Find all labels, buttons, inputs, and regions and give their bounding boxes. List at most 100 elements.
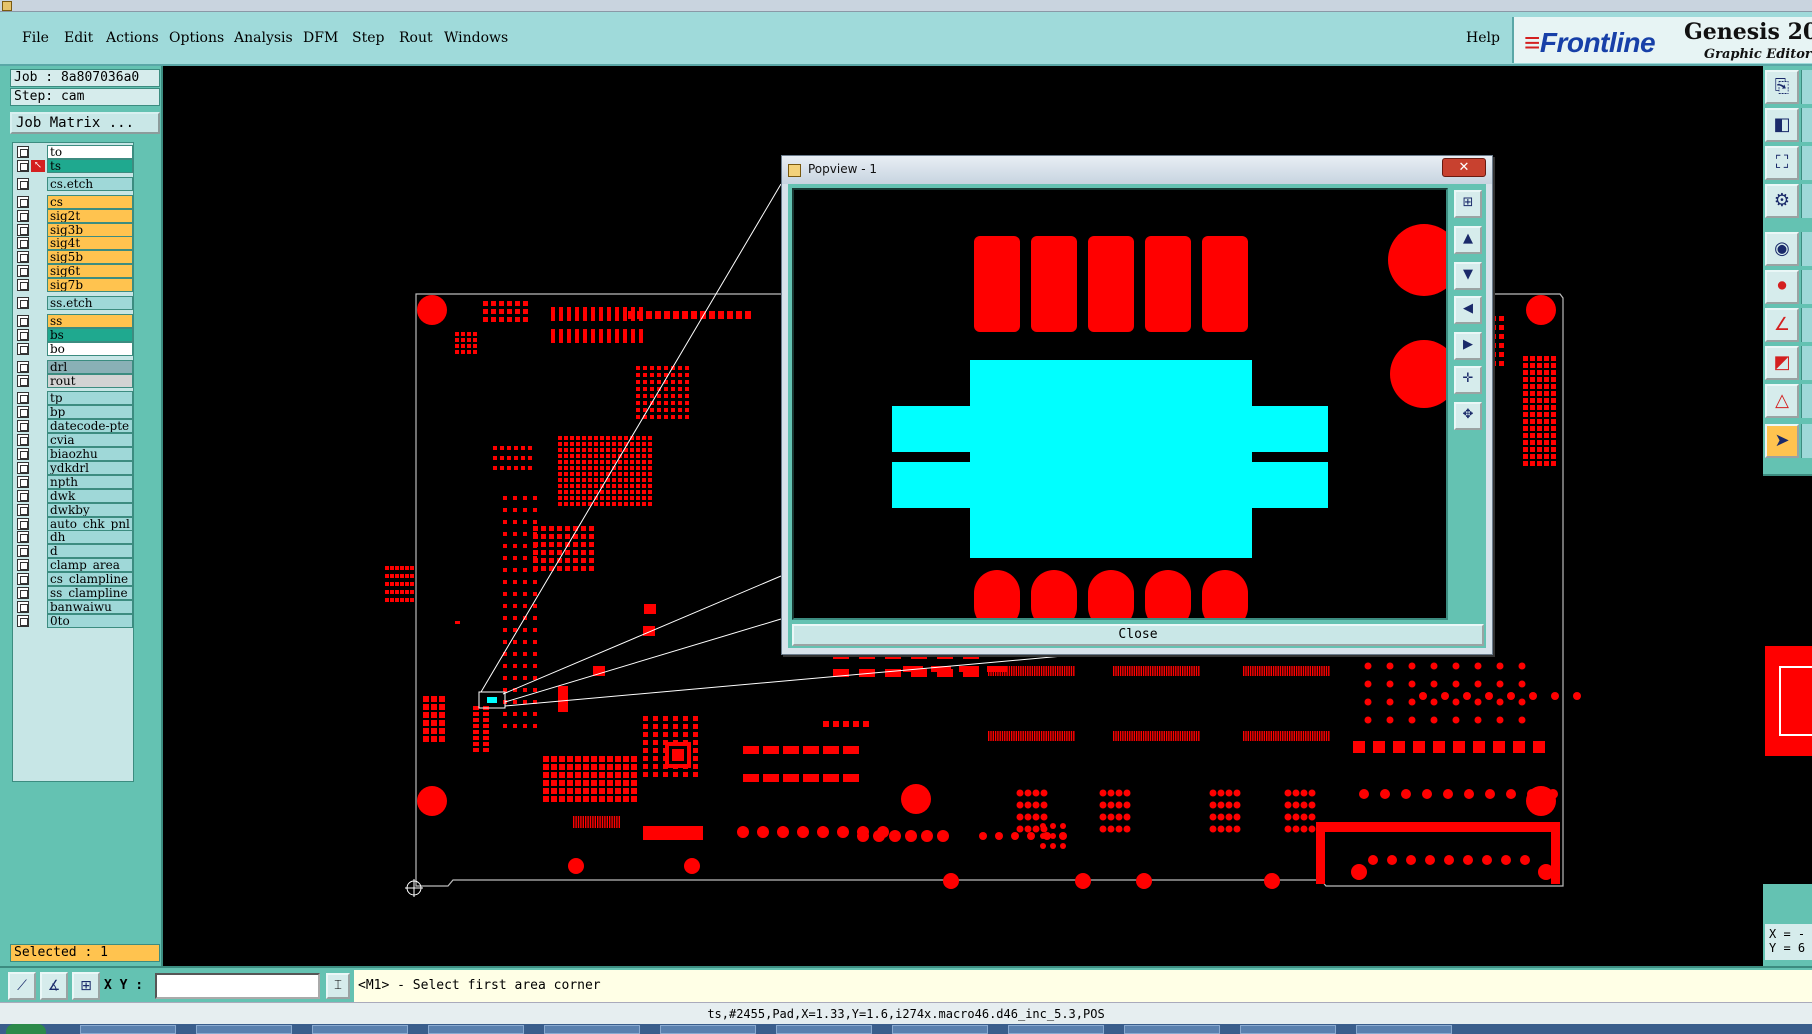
layer-checkbox[interactable] [17,374,29,387]
taskbar-item[interactable] [776,1025,872,1034]
menu-dfm[interactable]: DFM [303,30,338,46]
layer-name[interactable]: banwaiwu [47,599,133,614]
layer-name[interactable]: tp [47,391,133,406]
layer-row[interactable]: sig7b [13,278,133,293]
layer-row[interactable]: ss.etch [13,296,133,310]
layer-name[interactable]: auto_chk_pnl [47,516,133,531]
grid-icon[interactable]: ⊞ [72,972,100,1000]
taskbar-item[interactable] [1124,1025,1220,1034]
layer-checkbox[interactable] [17,360,29,373]
tool-fit-icon[interactable]: ⛶ [1765,146,1799,180]
layer-row[interactable]: cs_clampline [13,572,133,587]
popview-titlebar[interactable]: Popview - 1 ✕ [782,156,1492,184]
menu-actions[interactable]: Actions [106,30,159,46]
menu-file[interactable]: File [22,30,49,46]
layer-row[interactable]: dh [13,530,133,545]
layer-row[interactable]: sig3b [13,222,133,237]
popview-zoom-in-icon[interactable]: ✛ [1454,366,1482,394]
layer-name[interactable]: biaozhu [47,447,133,461]
layer-name[interactable]: ss_clampline [47,586,133,600]
layer-row[interactable]: banwaiwu [13,599,133,614]
layer-row[interactable]: dwkby [13,502,133,517]
popview-zoom-view[interactable] [792,188,1448,620]
menu-options[interactable]: Options [169,30,224,46]
layer-name[interactable]: dh [47,530,133,545]
taskbar-item[interactable] [80,1025,176,1034]
popview-pan-right-icon[interactable]: ▶ [1454,332,1482,360]
layer-row[interactable]: cs [13,194,133,209]
taskbar-item[interactable] [1240,1025,1336,1034]
layer-checkbox[interactable] [17,461,29,474]
layer-row[interactable]: dwk [13,488,133,503]
layer-checkbox[interactable] [17,475,29,488]
layer-name[interactable]: dwk [47,488,133,503]
popview-pan-up-icon[interactable]: ▲ [1454,226,1482,254]
taskbar-item[interactable] [544,1025,640,1034]
layer-name[interactable]: bo [47,341,133,356]
tool-measure-icon[interactable]: ⚙ [1765,184,1799,218]
menu-rout[interactable]: Rout [399,30,433,46]
layer-checkbox[interactable] [17,406,29,419]
xy-input[interactable] [155,973,320,999]
menu-analysis[interactable]: Analysis [234,30,293,46]
menu-windows[interactable]: Windows [444,30,508,46]
layer-name[interactable]: dwkby [47,502,133,517]
layer-row[interactable]: to [13,145,133,159]
menu-edit[interactable]: Edit [64,30,93,46]
taskbar-item[interactable] [428,1025,524,1034]
layer-row[interactable]: ss_clampline [13,586,133,600]
layer-row[interactable]: sig4t [13,236,133,251]
layer-checkbox[interactable] [17,297,29,309]
layer-name[interactable]: sig2t [47,208,133,223]
layer-row[interactable]: auto_chk_pnl [13,516,133,531]
layer-name[interactable]: sig3b [47,222,133,237]
tool-add-pad-icon[interactable]: ◉ [1765,232,1799,266]
layer-row[interactable]: clamp_area [13,558,133,573]
layer-row[interactable]: d [13,544,133,559]
layer-checkbox[interactable] [17,209,29,222]
tool-polygon-icon[interactable]: △ [1765,384,1799,418]
overview-map[interactable] [1763,474,1812,884]
layer-checkbox[interactable] [17,251,29,264]
layer-row[interactable]: sig6t [13,264,133,279]
layer-name[interactable]: drl [47,359,133,374]
start-button[interactable] [6,1024,46,1034]
job-matrix-button[interactable]: Job Matrix ... [10,112,160,134]
layer-row[interactable]: drl [13,359,133,374]
layer-row[interactable]: rout [13,373,133,388]
layer-checkbox[interactable] [17,223,29,236]
layer-name[interactable]: to [47,145,133,159]
layer-checkbox[interactable] [17,392,29,405]
layer-checkbox[interactable] [17,328,29,341]
layer-row[interactable]: ss [13,313,133,328]
layer-checkbox[interactable] [17,177,29,190]
layer-name[interactable]: cs_clampline [47,572,133,587]
tool-line-icon[interactable]: ∠ [1765,308,1799,342]
layer-name[interactable]: npth [47,474,133,489]
layer-name[interactable]: ydkdrl [47,460,133,475]
layer-checkbox[interactable] [17,489,29,502]
layer-row[interactable]: tp [13,391,133,406]
tool-connect-icon[interactable]: ⚫ [1765,270,1799,304]
layer-name[interactable]: sig5b [47,250,133,265]
layer-row[interactable]: ↖ ts [13,158,133,173]
layer-name[interactable]: 0to [47,613,133,628]
taskbar-item[interactable] [196,1025,292,1034]
layer-checkbox[interactable] [17,573,29,586]
layer-row[interactable]: 0to [13,613,133,628]
popview-zoom-out-icon[interactable]: ✥ [1454,402,1482,430]
layer-checkbox[interactable] [17,265,29,278]
layer-checkbox[interactable] [17,342,29,355]
layer-name[interactable]: datecode-pte [47,419,133,434]
xy-apply-button[interactable]: ⌶ [326,973,350,999]
layer-checkbox[interactable] [17,503,29,516]
layer-checkbox[interactable] [17,146,29,158]
layer-name[interactable]: clamp_area [47,558,133,573]
layer-name[interactable]: rout [47,373,133,388]
menu-step[interactable]: Step [352,30,384,46]
layer-checkbox[interactable] [17,559,29,572]
layer-row[interactable]: cvia [13,433,133,448]
popview-pan-down-icon[interactable]: ▼ [1454,262,1482,290]
popview-fit-icon[interactable]: ⊞ [1454,190,1482,218]
layer-row[interactable]: cs.etch [13,176,133,191]
